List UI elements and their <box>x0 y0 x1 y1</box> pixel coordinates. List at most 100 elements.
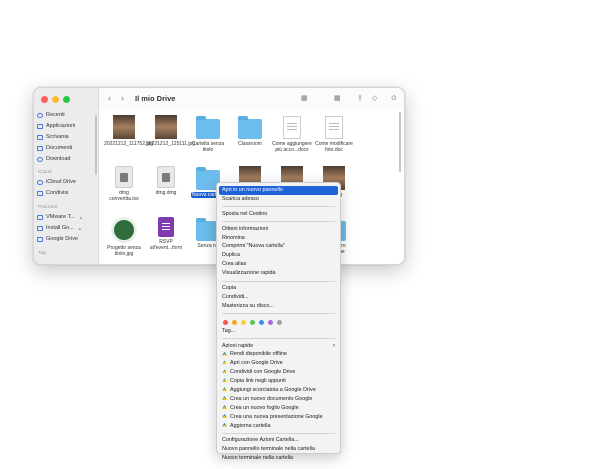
content-scrollbar[interactable] <box>399 112 401 172</box>
menu-item-quick-actions[interactable]: Azioni rapide › <box>217 342 340 351</box>
menu-item-copy[interactable]: Copia <box>217 284 340 293</box>
menu-item-rename[interactable]: Rinomina <box>217 234 340 243</box>
forward-chevron-icon[interactable]: › <box>121 93 124 103</box>
more-actions-icon[interactable]: ⊙ <box>391 94 397 102</box>
menu-separator <box>222 280 335 282</box>
tag-color-blue[interactable] <box>259 319 264 325</box>
menu-item-quick-look[interactable]: Visualizzazione rapida <box>217 269 340 278</box>
menu-item-compress[interactable]: Comprimi "Nuova cartella" <box>217 242 340 251</box>
tag-color-gray[interactable] <box>277 319 282 325</box>
sidebar-item-icloud-drive[interactable]: iCloud Drive <box>37 179 76 185</box>
group-icon[interactable]: ▦ <box>334 94 341 102</box>
disk-icon <box>37 214 43 220</box>
close-button[interactable] <box>41 96 48 103</box>
submenu-arrow-icon: › <box>333 342 335 349</box>
sidebar: Recenti Applicazioni Scrivania Documenti… <box>34 88 99 264</box>
google-drive-icon <box>222 360 227 365</box>
image-thumbnail <box>111 217 137 243</box>
minimize-button[interactable] <box>52 96 59 103</box>
file-item[interactable]: 20221212_111752.jpg <box>104 115 153 147</box>
disk-image-icon <box>157 166 175 188</box>
sidebar-item-google-drive[interactable]: Google Drive <box>37 236 78 242</box>
context-menu: Apri in un nuovo pannello Scarica adesso… <box>216 182 341 461</box>
file-item[interactable]: 20221212_125111.jpg <box>146 115 195 147</box>
tag-color-yellow[interactable] <box>241 319 246 325</box>
cloud-icon <box>37 179 43 185</box>
google-form-icon <box>158 217 174 237</box>
menu-item-copy-link[interactable]: Copia link negli appunti <box>217 377 340 386</box>
sidebar-scrollbar[interactable] <box>95 115 97 175</box>
google-drive-icon <box>222 378 227 383</box>
google-drive-icon <box>222 422 227 427</box>
tag-color-purple[interactable] <box>268 319 273 325</box>
google-drive-icon <box>222 369 227 374</box>
eject-icon[interactable]: ▲ <box>79 215 83 220</box>
sidebar-item-install-go[interactable]: Install Go... ▲ <box>37 225 82 231</box>
tag-color-orange[interactable] <box>232 319 237 325</box>
window-controls <box>41 96 70 103</box>
document-icon <box>37 145 43 151</box>
menu-item-new-sheet[interactable]: Crea un nuovo foglio Google <box>217 404 340 413</box>
menu-item-new-terminal[interactable]: Nuovo terminale nella cartella <box>217 454 340 463</box>
file-item[interactable]: dmg.dmg <box>146 166 186 196</box>
sidebar-item-vmware[interactable]: VMware T... ▲ <box>37 214 83 220</box>
file-item[interactable]: Come aggiungere più acco...docx <box>272 115 312 153</box>
download-icon <box>37 156 43 162</box>
menu-item-open-with-drive[interactable]: Apri con Google Drive <box>217 359 340 368</box>
menu-item-make-alias[interactable]: Crea alias <box>217 260 340 269</box>
menu-item-burn-to-disc[interactable]: Masterizza su disco... <box>217 302 340 311</box>
window-title: Il mio Drive <box>135 94 176 103</box>
menu-item-add-shortcut[interactable]: Aggiungi scorciatoia a Google Drive <box>217 386 340 395</box>
eject-icon[interactable]: ▲ <box>78 226 82 231</box>
menu-separator <box>222 338 335 340</box>
google-drive-icon <box>222 413 227 418</box>
menu-item-share[interactable]: Condividi... <box>217 293 340 302</box>
sidebar-item-scrivania[interactable]: Scrivania <box>37 134 69 140</box>
tag-color-picker <box>217 317 340 327</box>
grid-view-icon[interactable]: ▦ <box>301 94 308 102</box>
folder-item[interactable]: Cartella senza titolo <box>188 115 228 153</box>
tag-color-red[interactable] <box>223 319 228 325</box>
sidebar-item-condivisi[interactable]: Condivisi <box>37 190 68 196</box>
menu-item-folder-actions-setup[interactable]: Configurazione Azioni Cartella... <box>217 436 340 445</box>
file-item[interactable]: dmg convertita.iso <box>104 166 144 202</box>
sidebar-section-icloud: iCloud <box>38 170 52 175</box>
back-chevron-icon[interactable]: ‹ <box>108 93 111 103</box>
sidebar-item-recenti[interactable]: Recenti <box>37 112 65 118</box>
desktop-icon <box>37 134 43 140</box>
menu-item-refresh-folder[interactable]: Aggiorna cartella <box>217 422 340 431</box>
menu-item-download-now[interactable]: Scarica adesso <box>217 195 340 204</box>
menu-item-share-with-drive[interactable]: Condividi con Google Drive <box>217 368 340 377</box>
image-thumbnail <box>155 115 177 139</box>
folder-item[interactable]: Classroom <box>230 115 270 147</box>
menu-item-duplicate[interactable]: Duplica <box>217 251 340 260</box>
drive-icon <box>37 236 43 242</box>
folder-icon <box>238 116 262 139</box>
google-drive-icon <box>222 396 227 400</box>
sidebar-item-applicazioni[interactable]: Applicazioni <box>37 123 75 129</box>
folder-icon <box>196 116 220 139</box>
file-item[interactable]: Come modificare foto.doc <box>314 115 354 153</box>
clock-icon <box>37 112 43 118</box>
file-item[interactable]: RSVP all'event...form <box>146 217 186 251</box>
menu-item-new-slides[interactable]: Crea una nuova presentazione Google <box>217 413 340 422</box>
menu-item-new-doc[interactable]: Crea un nuovo documento Google <box>217 395 340 404</box>
tag-icon[interactable]: ◇ <box>372 94 377 102</box>
menu-item-make-offline[interactable]: Rendi disponibile offline <box>217 350 340 359</box>
menu-item-get-info[interactable]: Ottieni informazioni <box>217 225 340 234</box>
share-icon[interactable]: ⇪ <box>357 94 363 102</box>
menu-item-move-to-trash[interactable]: Sposta nel Cestino <box>217 210 340 219</box>
menu-separator <box>222 313 335 315</box>
zoom-button[interactable] <box>63 96 70 103</box>
tag-color-green[interactable] <box>250 319 255 325</box>
menu-item-new-terminal-tab[interactable]: Nuovo pannello terminale nella cartella <box>217 445 340 454</box>
menu-item-tags[interactable]: Tag... <box>217 327 340 336</box>
applications-icon <box>37 123 43 129</box>
file-item[interactable]: Progetto senza titolo.jpg <box>104 217 144 257</box>
sidebar-item-documenti[interactable]: Documenti <box>37 145 72 151</box>
menu-item-open-new-pane[interactable]: Apri in un nuovo pannello <box>219 186 338 195</box>
menu-separator <box>222 206 335 208</box>
sidebar-item-download[interactable]: Download <box>37 156 70 162</box>
disk-icon <box>37 225 43 231</box>
menu-separator <box>222 221 335 223</box>
